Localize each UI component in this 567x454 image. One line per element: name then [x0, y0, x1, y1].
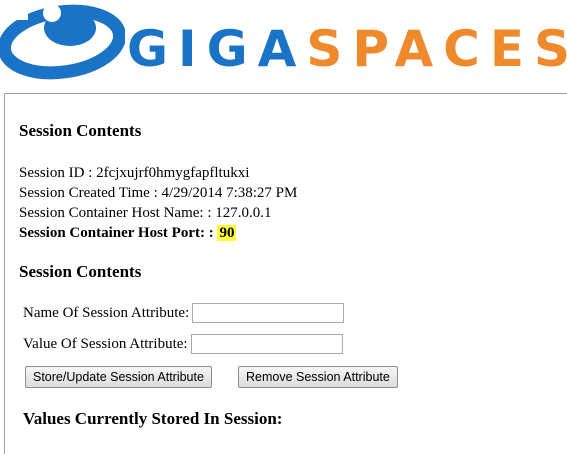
form-heading: Session Contents	[19, 262, 142, 281]
content-frame: Session Contents Session ID : 2fcjxujrf0…	[4, 93, 567, 454]
attribute-name-row: Name Of Session Attribute:	[23, 303, 345, 323]
store-update-attribute-button[interactable]: Store/Update Session Attribute	[25, 366, 212, 388]
session-info: Session ID : 2fcjxujrf0hmygfapfltukxi Se…	[19, 163, 297, 243]
gigaspaces-logo-icon	[0, 0, 125, 80]
header: GIGASPACES	[0, 0, 567, 90]
host-port-label: Session Container Host Port: :	[19, 225, 218, 241]
session-host-port: Session Container Host Port: : 90	[19, 223, 297, 243]
logo-giga-text: GIGA	[127, 20, 307, 78]
session-host-name: Session Container Host Name: : 127.0.0.1	[19, 205, 272, 221]
remove-attribute-button[interactable]: Remove Session Attribute	[238, 366, 398, 388]
logo-spaces-text: SPACES	[306, 20, 567, 78]
attribute-value-label: Value Of Session Attribute:	[23, 335, 188, 352]
session-created-time: Session Created Time : 4/29/2014 7:38:27…	[19, 185, 298, 201]
attribute-value-row: Value Of Session Attribute:	[23, 334, 343, 354]
values-stored-heading: Values Currently Stored In Session:	[23, 409, 283, 428]
attribute-name-input[interactable]	[192, 303, 345, 323]
session-id: Session ID : 2fcjxujrf0hmygfapfltukxi	[19, 165, 250, 181]
host-port-value: 90	[217, 225, 237, 241]
attribute-name-label: Name Of Session Attribute:	[23, 304, 190, 321]
gigaspaces-wordmark: GIGASPACES	[127, 24, 567, 74]
session-contents-heading: Session Contents	[19, 121, 142, 140]
attribute-value-input[interactable]	[190, 334, 343, 354]
